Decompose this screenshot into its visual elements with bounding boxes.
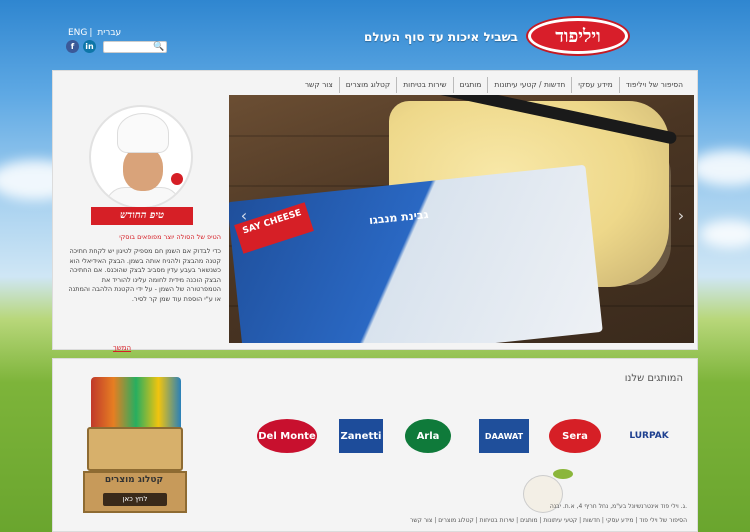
nav-item-catalog[interactable]: קטלוג מוצרים bbox=[338, 77, 396, 93]
brand-sera-logo[interactable]: Sera bbox=[549, 419, 601, 453]
nav-item-news[interactable]: חדשות / קטעי עיתונות bbox=[487, 77, 571, 93]
header: ויליפוד בשביל איכות עד סוף העולם ENG | עב… bbox=[0, 0, 750, 70]
tagline: בשביל איכות עד סוף העולם bbox=[363, 30, 518, 44]
leaf-image bbox=[553, 469, 573, 479]
chef-avatar bbox=[89, 105, 193, 209]
groceries-image bbox=[91, 377, 181, 431]
tip-text: כדי לבדוק אם השמן חם מספיק לטיגון יש לקח… bbox=[68, 247, 221, 303]
nav-item-business[interactable]: מידע עסקי bbox=[571, 77, 619, 93]
nav-item-safety[interactable]: שירות בטיחות bbox=[396, 77, 452, 93]
basket-image bbox=[87, 427, 183, 471]
cloud bbox=[690, 150, 750, 186]
lang-en-link[interactable]: ENG bbox=[68, 28, 87, 38]
nav-item-contact[interactable]: צור קשר bbox=[299, 77, 339, 93]
brands-title: המותגים שלנו bbox=[624, 373, 683, 384]
brand-delmonte-logo[interactable]: Del Monte bbox=[257, 419, 317, 453]
tip-sidebar: טיפ החודש הטיפ של הסולה יוצר מפופאים בוס… bbox=[53, 93, 228, 352]
footer-links[interactable]: הסיפור של וילי פוד | מידע עסקי | חדשות |… bbox=[410, 517, 687, 524]
hero-slider[interactable]: SAY CHEESE גבינת מנבגו ‹ › bbox=[229, 95, 694, 343]
brand-daawat-logo[interactable]: DAAWAT bbox=[479, 419, 529, 453]
slider-next-icon[interactable]: › bbox=[674, 205, 688, 227]
main-nav: הסיפור של ויליפוד מידע עסקי חדשות / קטעי… bbox=[299, 77, 689, 93]
nav-item-brands[interactable]: מותגים bbox=[452, 77, 488, 93]
catalog-button[interactable]: לחץ כאן bbox=[103, 493, 167, 506]
main-panel: הסיפור של ויליפוד מידע עסקי חדשות / קטעי… bbox=[52, 70, 698, 352]
tip-title: טיפ החודש bbox=[91, 207, 193, 225]
brand-lurpak-logo[interactable]: LURPAK bbox=[619, 419, 679, 453]
catalog-promo[interactable]: קטלוג מוצרים לחץ כאן bbox=[73, 367, 203, 527]
footer-address: ג. וילי פוד אינטרנשיונל בע"מ, נחל חריף 4… bbox=[549, 503, 687, 510]
linkedin-icon[interactable]: in bbox=[83, 40, 96, 53]
brands-section: המותגים שלנו Del Monte Zanetti Arla DAAW… bbox=[52, 358, 698, 532]
logo[interactable]: ויליפוד bbox=[528, 18, 628, 54]
tip-read-more-link[interactable]: המשך bbox=[113, 344, 131, 352]
cloud bbox=[700, 220, 750, 248]
slider-prev-icon[interactable]: ‹ bbox=[237, 205, 251, 227]
catalog-label: קטלוג מוצרים bbox=[104, 475, 164, 485]
language-switcher: ENG | עברית bbox=[68, 28, 122, 38]
tip-subtitle: הטיפ של הסולה יוצר מפופאים בוסקי bbox=[119, 233, 221, 241]
lang-he-link[interactable]: עברית bbox=[97, 28, 121, 38]
facebook-icon[interactable]: f bbox=[66, 40, 79, 53]
nav-item-story[interactable]: הסיפור של ויליפוד bbox=[618, 77, 689, 93]
search-icon[interactable]: 🔍 bbox=[153, 42, 165, 52]
brand-zanetti-logo[interactable]: Zanetti bbox=[339, 419, 383, 453]
cheese-package-image bbox=[229, 164, 603, 343]
brand-arla-logo[interactable]: Arla bbox=[405, 419, 451, 453]
